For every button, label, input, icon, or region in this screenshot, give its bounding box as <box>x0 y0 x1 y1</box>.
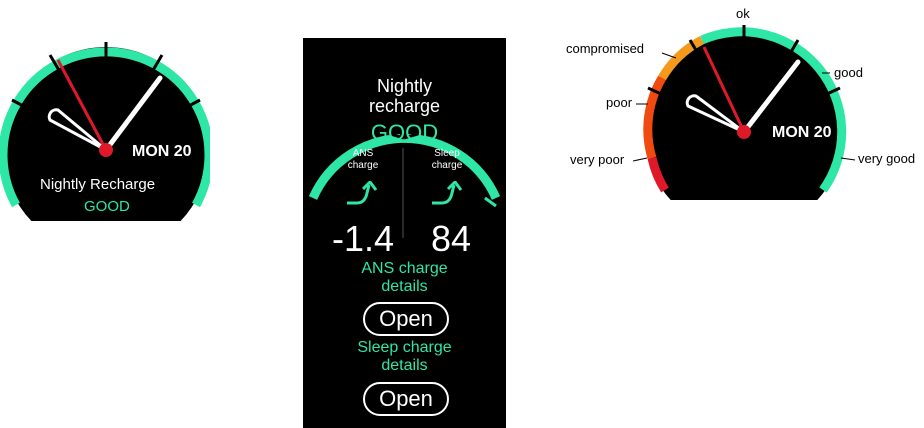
right-watch-face: MON 20 <box>640 20 850 202</box>
ans-charge-value: -1.4 <box>331 218 395 259</box>
sleep-charge-value: 84 <box>430 218 472 259</box>
ans-charge-label-line1: ANS <box>352 148 374 159</box>
sleep-details-line2: details <box>381 357 428 374</box>
sleep-open-button[interactable]: Open <box>363 382 449 416</box>
scale-label-very-good: very good <box>858 151 916 166</box>
ans-charge-label-line2: charge <box>347 160 379 171</box>
right-date: MON 20 <box>772 124 832 141</box>
middle-status: GOOD <box>370 120 439 145</box>
scale-label-poor: poor <box>606 95 633 110</box>
scale-label-compromised: compromised <box>566 41 645 56</box>
middle-title-line1: Nightly <box>376 76 433 96</box>
left-watch-face: MON 20 Nightly Recharge GOOD <box>0 40 210 225</box>
sleep-details-line1: Sleep charge <box>357 339 452 356</box>
middle-title-line2: recharge <box>368 96 441 116</box>
sleep-charge-label-line1: Sleep <box>434 148 460 159</box>
scale-label-very-poor: very poor <box>570 152 625 167</box>
trend-up-icon <box>432 181 463 205</box>
scale-label-ok: ok <box>736 6 750 21</box>
scale-label-good: good <box>834 65 863 80</box>
ans-open-button[interactable]: Open <box>363 302 449 336</box>
left-status: GOOD <box>84 198 130 215</box>
left-date: MON 20 <box>132 143 192 160</box>
left-title: Nightly Recharge <box>40 176 156 193</box>
ans-details-line2: details <box>381 278 428 295</box>
right-gauge-dial <box>643 25 847 200</box>
middle-watch-face[interactable]: Nightly recharge GOOD ANS charge Sleep c… <box>303 38 506 428</box>
ans-details-line1: ANS charge <box>361 260 448 277</box>
trend-up-icon <box>347 181 378 205</box>
sleep-charge-label-line2: charge <box>431 160 463 171</box>
